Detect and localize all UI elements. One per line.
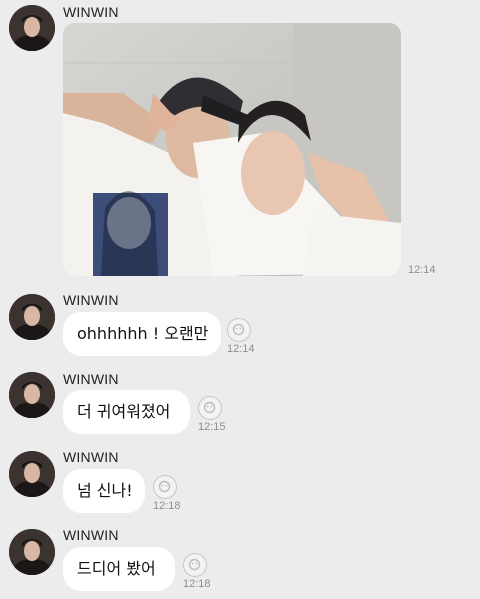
sender-name: WINWIN [63, 4, 119, 20]
add-reaction-icon[interactable] [153, 475, 177, 499]
sender-name: WINWIN [63, 527, 119, 543]
sender-name: WINWIN [63, 371, 119, 387]
add-reaction-icon[interactable] [227, 318, 251, 342]
selfie-photo [63, 23, 401, 276]
avatar-image [9, 451, 55, 497]
photo-message[interactable] [63, 23, 401, 276]
timestamp: 12:18 [153, 500, 181, 512]
avatar[interactable] [9, 294, 55, 340]
timestamp: 12:14 [227, 343, 255, 355]
sender-name: WINWIN [63, 292, 119, 308]
avatar-image [9, 529, 55, 575]
avatar[interactable] [9, 529, 55, 575]
avatar-image [9, 294, 55, 340]
avatar-image [9, 5, 55, 51]
message-bubble[interactable]: 더 귀여워졌어 [63, 390, 190, 434]
sender-name: WINWIN [63, 449, 119, 465]
message-bubble[interactable]: 넘 신나! [63, 469, 145, 513]
timestamp: 12:15 [198, 421, 226, 433]
avatar-image [9, 372, 55, 418]
avatar[interactable] [9, 451, 55, 497]
avatar[interactable] [9, 372, 55, 418]
add-reaction-icon[interactable] [183, 553, 207, 577]
avatar[interactable] [9, 5, 55, 51]
timestamp: 12:14 [408, 264, 436, 276]
message-bubble[interactable]: ohhhhhh ! 오랜만 [63, 312, 221, 356]
timestamp: 12:18 [183, 578, 211, 590]
message-bubble[interactable]: 드디어 봤어 [63, 547, 175, 591]
add-reaction-icon[interactable] [198, 396, 222, 420]
